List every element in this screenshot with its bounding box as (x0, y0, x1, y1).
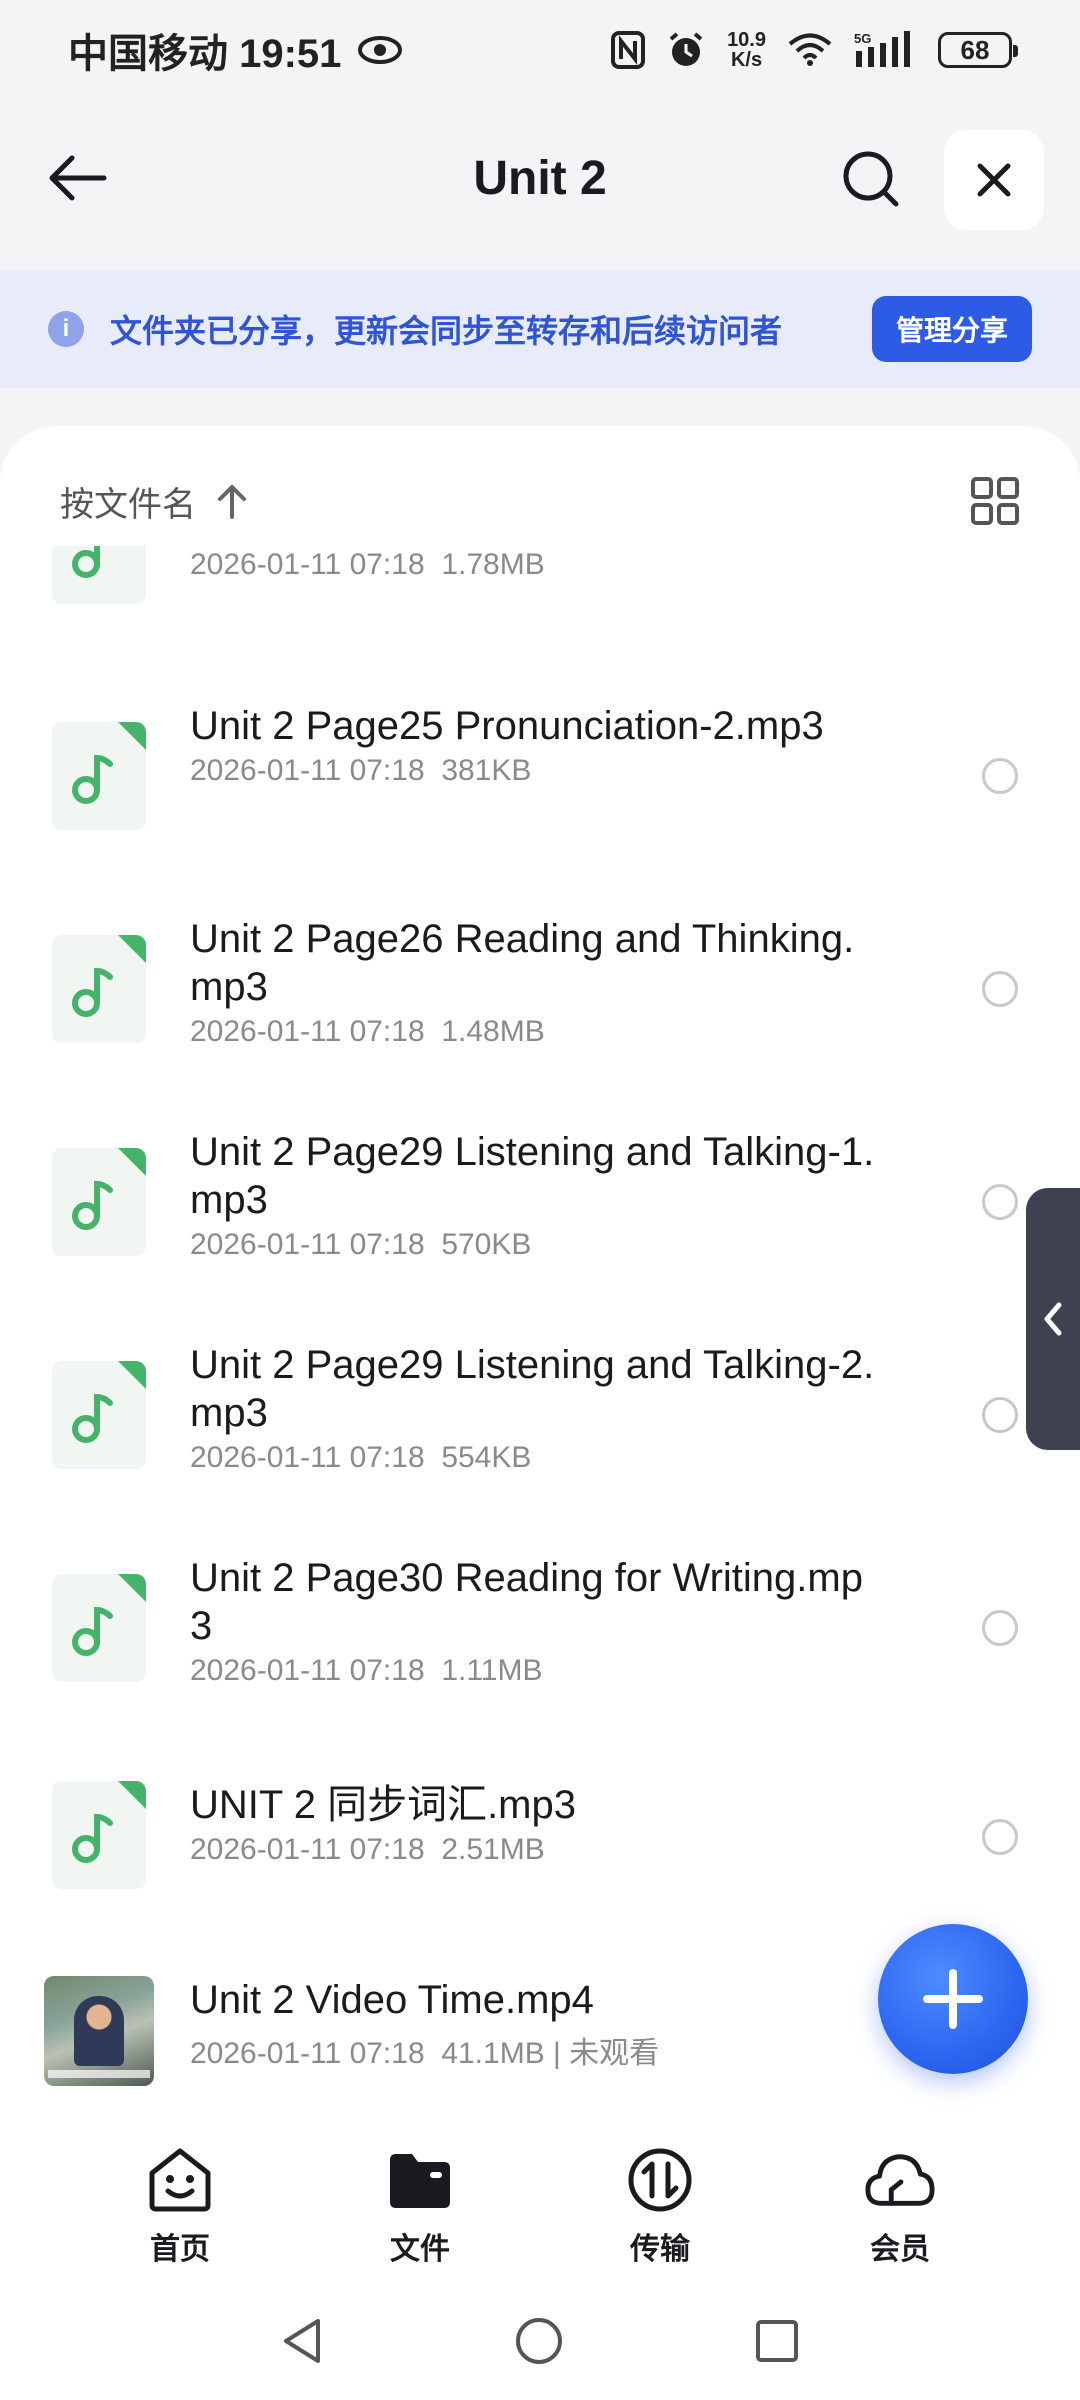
circle-home-icon (516, 2317, 562, 2364)
folder-icon (384, 2144, 456, 2216)
back-arrow-icon (49, 155, 107, 201)
alarm-icon (667, 31, 705, 69)
audio-file-icon (52, 1148, 146, 1256)
file-list-panel: 按文件名 p 2026-01-11 07:18 1.78MB (0, 426, 1080, 2126)
audio-file-icon (52, 1781, 146, 1889)
list-item[interactable]: Unit 2 Page26 Reading and Thinking.mp3 2… (0, 899, 1080, 1079)
nfc-icon (611, 31, 646, 69)
file-meta: 2026-01-11 07:18 41.1MB | 未观看 (190, 2037, 660, 2070)
system-recents-button[interactable] (754, 2318, 800, 2369)
search-icon (843, 151, 899, 207)
nav-files[interactable]: 文件 (340, 2144, 500, 2268)
grid-view-icon (971, 477, 1019, 525)
file-name: Unit 2 Page29 Listening and Talking-2.mp… (190, 1343, 875, 1435)
file-name: Unit 2 Page26 Reading and Thinking.mp3 (190, 917, 855, 1009)
system-back-button[interactable] (280, 2317, 324, 2370)
manage-share-button[interactable]: 管理分享 (871, 296, 1032, 362)
video-thumbnail (44, 1976, 154, 2086)
page-title: Unit 2 (473, 151, 607, 205)
select-checkbox[interactable] (982, 1819, 1018, 1855)
list-item[interactable]: Unit 2 Page30 Reading for Writing.mp3 20… (0, 1538, 1080, 1718)
select-checkbox[interactable] (982, 971, 1018, 1007)
side-panel-handle[interactable] (1026, 1188, 1080, 1450)
system-home-button[interactable] (514, 2316, 564, 2371)
chevron-left-icon (1044, 1302, 1062, 1336)
audio-file-icon (52, 1574, 146, 1682)
info-icon: i (48, 311, 84, 347)
status-bar: 中国移动 19:51 10.9 K/s 5G 68 (0, 0, 1080, 100)
grid-view-button[interactable] (970, 476, 1020, 526)
sort-by-name-button[interactable]: 按文件名 (60, 477, 196, 526)
file-meta: 2026-01-11 07:18 381KB (190, 754, 532, 787)
file-name: Unit 2 Page29 Listening and Talking-1.mp… (190, 1130, 875, 1222)
system-navigation-bar (0, 2286, 1080, 2400)
list-item[interactable]: Unit 2 Page29 Listening and Talking-2.mp… (0, 1325, 1080, 1505)
add-button[interactable] (878, 1924, 1028, 2074)
file-meta: 2026-01-11 07:18 570KB (190, 1228, 532, 1261)
file-meta: 2026-01-11 07:18 554KB (190, 1441, 532, 1474)
share-banner: i 文件夹已分享，更新会同步至转存和后续访问者 管理分享 (0, 270, 1080, 388)
select-checkbox[interactable] (982, 758, 1018, 794)
search-button[interactable] (836, 144, 906, 214)
sort-bar: 按文件名 (60, 466, 1020, 536)
file-meta: 2026-01-11 07:18 1.78MB (190, 548, 545, 581)
nav-home[interactable]: 首页 (100, 2144, 260, 2268)
nav-transfer[interactable]: 传输 (580, 2144, 740, 2268)
nav-member-label: 会员 (870, 2233, 930, 2266)
battery-indicator: 68 (938, 32, 1018, 68)
svg-text:5G: 5G (854, 31, 871, 46)
select-checkbox[interactable] (982, 1397, 1018, 1433)
audio-file-icon (52, 1361, 146, 1469)
back-button[interactable] (44, 148, 112, 208)
select-checkbox[interactable] (982, 1184, 1018, 1220)
file-name: Unit 2 Video Time.mp4 (190, 1978, 594, 2022)
audio-file-icon (52, 722, 146, 830)
share-notice-text: 文件夹已分享，更新会同步至转存和后续访问者 (110, 313, 783, 349)
file-list: p 2026-01-11 07:18 1.78MB Unit 2 Page25 … (0, 546, 1080, 2106)
nav-files-label: 文件 (390, 2233, 450, 2266)
close-button[interactable] (944, 130, 1044, 230)
file-meta: 2026-01-11 07:18 2.51MB (190, 1833, 545, 1866)
cloud-icon (864, 2144, 936, 2216)
transfer-icon (624, 2144, 696, 2216)
status-right: 10.9 K/s 5G 68 (611, 29, 1018, 71)
file-meta: 2026-01-11 07:18 1.11MB (190, 1654, 543, 1687)
file-name: Unit 2 Page30 Reading for Writing.mp3 (190, 1556, 863, 1648)
square-recents-icon (756, 2319, 798, 2362)
carrier-time: 中国移动 19:51 (68, 32, 342, 76)
triangle-back-icon (284, 2318, 320, 2363)
audio-file-icon (52, 546, 146, 604)
plus-icon (923, 1969, 983, 2029)
list-item[interactable]: p 2026-01-11 07:18 1.78MB (0, 546, 1080, 616)
close-icon (977, 163, 1011, 197)
file-meta: 2026-01-11 07:18 1.48MB (190, 1015, 545, 1048)
home-smile-icon (144, 2144, 216, 2216)
nav-transfer-label: 传输 (630, 2233, 690, 2266)
signal-icon: 5G (854, 31, 916, 69)
eye-icon (357, 35, 403, 65)
list-item[interactable]: UNIT 2 同步词汇.mp3 2026-01-11 07:18 2.51MB (0, 1751, 1080, 1921)
wifi-icon (788, 33, 832, 67)
file-name: UNIT 2 同步词汇.mp3 (190, 1783, 576, 1827)
audio-file-icon (52, 935, 146, 1043)
list-item[interactable]: Unit 2 Page25 Pronunciation-2.mp3 2026-0… (0, 686, 1080, 866)
status-left: 中国移动 19:51 (68, 21, 403, 79)
top-bar: Unit 2 (0, 118, 1080, 238)
bottom-navigation: 首页 文件 传输 会员 (0, 2126, 1080, 2286)
net-speed: 10.9 K/s (727, 29, 766, 71)
list-item[interactable]: Unit 2 Page29 Listening and Talking-1.mp… (0, 1112, 1080, 1292)
sort-ascending-icon[interactable] (216, 483, 248, 519)
select-checkbox[interactable] (982, 1610, 1018, 1646)
nav-member[interactable]: 会员 (820, 2144, 980, 2268)
nav-home-label: 首页 (150, 2233, 210, 2266)
file-name: Unit 2 Page25 Pronunciation-2.mp3 (190, 704, 824, 748)
